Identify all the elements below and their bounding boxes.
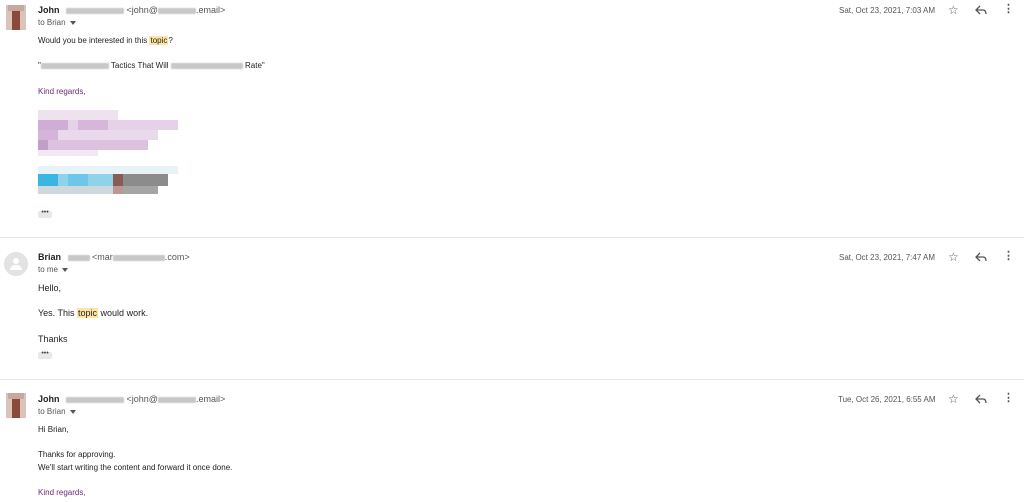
star-icon[interactable]: ☆ [948,393,959,405]
message-body-line: Thanks for approving. [38,450,116,459]
recipient-toggle[interactable]: to me [38,265,69,274]
body-text: ? [168,36,173,45]
message-date: Sat, Oct 23, 2021, 7:47 AM [839,253,936,262]
message-body-line: We'll start writing the content and forw… [38,463,233,472]
message-body-line: Would you be interested in this topic? [38,36,173,45]
search-highlight: topic [77,308,99,318]
redacted-text [66,396,125,403]
redacted-text [67,254,90,261]
recipient-label: to Brian [38,18,66,27]
sender-address-suffix: .email> [195,394,226,404]
greeting-line: Hi Brian, [38,425,69,434]
star-icon[interactable]: ☆ [948,4,959,16]
body-text: Tactics That Will [108,61,171,70]
recipient-label: to me [38,265,59,274]
sender-avatar[interactable] [6,5,26,30]
signature-image [38,110,178,200]
star-icon[interactable]: ☆ [948,251,959,263]
chevron-down-icon [69,409,76,414]
signature-sign-off: Kind regards, [38,488,86,497]
greeting-line: Hello, [38,283,62,293]
body-text: Would you be interested in this [38,36,150,45]
sender-name: John [38,394,60,404]
reply-icon[interactable] [975,394,987,404]
default-avatar-icon[interactable] [4,252,28,276]
more-options-icon[interactable]: ⋮ [1003,393,1014,404]
more-options-icon[interactable]: ⋮ [1003,251,1014,262]
sender-name: Brian [38,252,62,262]
recipient-toggle[interactable]: to Brian [38,18,76,27]
redacted-text [112,254,165,261]
sender-avatar[interactable] [6,393,26,418]
message-body-line: Yes. This topic would work. [38,308,148,318]
sender-address-suffix: .email> [195,5,226,15]
recipient-label: to Brian [38,407,66,416]
chevron-down-icon [69,20,76,25]
message-date: Tue, Oct 26, 2021, 6:55 AM [838,395,936,404]
message-date: Sat, Oct 23, 2021, 7:03 AM [839,6,936,15]
body-text: would work. [98,308,149,318]
sender-line: John <john@ .email> [38,394,225,404]
sender-address-prefix: <mar [92,252,113,262]
sender-line: John <john@ .email> [38,5,225,15]
sender-address-prefix: <john@ [126,394,158,404]
redacted-text [157,7,196,14]
show-trimmed-content-button[interactable]: ••• [38,209,52,218]
body-text: Rate" [242,61,265,70]
sender-line: Brian <mar .com> [38,252,190,262]
redacted-text [170,62,243,69]
more-options-icon[interactable]: ⋮ [1003,4,1014,15]
chevron-down-icon [62,267,69,272]
signature-sign-off: Kind regards, [38,87,86,96]
reply-icon[interactable] [975,5,987,15]
sender-address-prefix: <john@ [126,5,158,15]
quoted-title-line: " Tactics That Will Rate" [38,61,265,70]
message-divider [0,379,1024,380]
message-divider [0,237,1024,238]
body-text: Yes. This [38,308,78,318]
redacted-text [157,396,196,403]
search-highlight: topic [149,36,169,45]
thanks-line: Thanks [38,334,68,344]
recipient-toggle[interactable]: to Brian [38,407,76,416]
redacted-text [40,62,109,69]
redacted-text [66,7,125,14]
sender-name: John [38,5,60,15]
sender-address-suffix: .com> [164,252,190,262]
reply-icon[interactable] [975,252,987,262]
show-trimmed-content-button[interactable]: ••• [38,350,52,359]
